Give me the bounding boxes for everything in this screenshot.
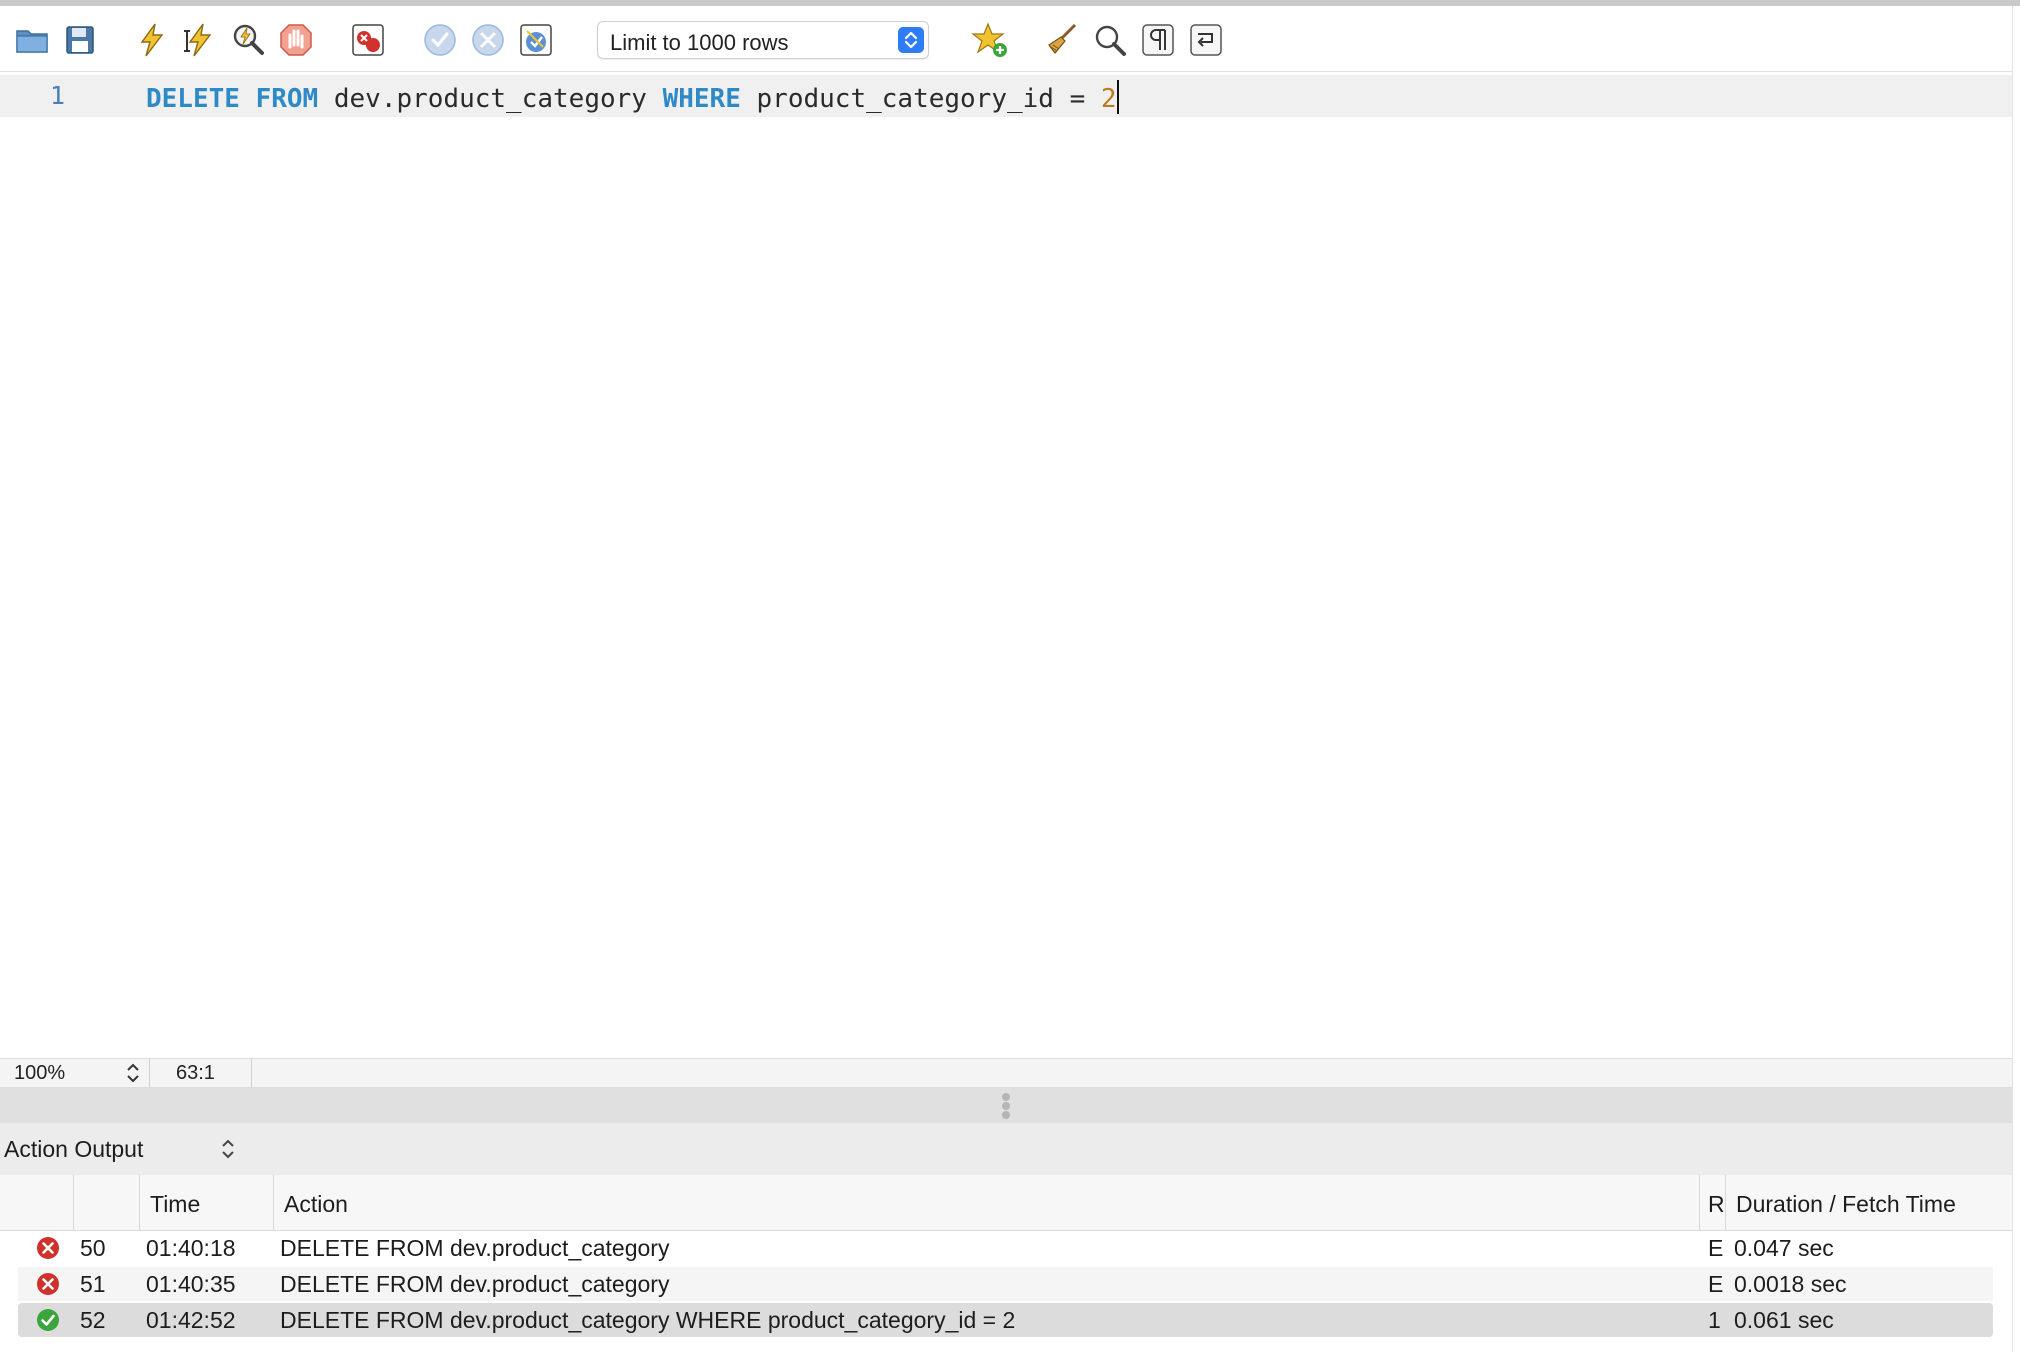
row-response: 1 (1708, 1307, 1721, 1333)
execute-current-button[interactable] (180, 20, 220, 60)
column-header-action[interactable]: Action (274, 1175, 1700, 1231)
code-line[interactable]: DELETE FROM dev.product_category WHERE p… (146, 80, 1119, 114)
commit-button[interactable] (420, 20, 460, 60)
limit-rows-value: Limit to 1000 rows (610, 30, 789, 55)
floppy-icon (66, 26, 94, 54)
table-identifier: dev.product_category (333, 84, 647, 114)
success-icon (37, 1309, 59, 1331)
chevron-updown-icon (127, 1063, 139, 1083)
star-plus-icon (971, 22, 1007, 57)
magnifier-icon (1095, 25, 1126, 56)
broom-icon (1048, 23, 1077, 54)
row-action: DELETE FROM dev.product_category (280, 1235, 670, 1261)
rollback-button[interactable] (468, 20, 508, 60)
keyword-where: WHERE (662, 84, 741, 114)
output-panel-header: Action Output (0, 1123, 2012, 1175)
row-time: 01:40:35 (146, 1271, 236, 1297)
autocommit-icon (520, 24, 552, 56)
column-header-time[interactable]: Time (140, 1175, 274, 1231)
grip-icon (1002, 1093, 1010, 1119)
zoom-select[interactable]: 100% (0, 1059, 150, 1087)
lightning-cursor-icon (184, 23, 212, 57)
row-time: 01:42:52 (146, 1307, 236, 1333)
stop-button[interactable] (276, 20, 316, 60)
cursor-position-value: 63:1 (176, 1062, 215, 1084)
row-response: E (1708, 1235, 1724, 1261)
number-literal: 2 (1100, 84, 1117, 114)
row-index: 52 (80, 1307, 106, 1333)
error-icon (37, 1237, 59, 1259)
chevron-updown-icon (898, 27, 924, 53)
table-row[interactable]: 52 01:42:52 DELETE FROM dev.product_cate… (18, 1303, 1993, 1337)
magnifier-lightning-icon (233, 24, 264, 55)
check-circle-icon (424, 24, 456, 56)
open-file-button[interactable] (12, 20, 52, 60)
row-duration: 0.0018 sec (1734, 1271, 1847, 1297)
column-identifier: product_category_id (756, 84, 1054, 114)
column-header-index[interactable] (74, 1175, 140, 1231)
column-header-status[interactable] (0, 1175, 74, 1231)
pilcrow-icon (1142, 24, 1174, 56)
keyword-delete: DELETE (146, 84, 240, 114)
keyword-from: FROM (255, 84, 319, 114)
error-stop-icon (352, 24, 384, 56)
row-index: 50 (80, 1235, 106, 1261)
text-caret (1116, 80, 1119, 114)
save-file-button[interactable] (60, 20, 100, 60)
word-wrap-button[interactable] (1186, 20, 1226, 60)
limit-rows-select[interactable]: Limit to 1000 rows (597, 21, 929, 59)
sql-editor-toolbar: Limit to 1000 rows (0, 6, 2012, 72)
find-button[interactable] (1090, 20, 1130, 60)
execute-all-button[interactable] (132, 20, 172, 60)
add-snippet-button[interactable] (970, 20, 1010, 60)
wrap-icon (1190, 24, 1222, 56)
row-duration: 0.061 sec (1734, 1307, 1834, 1333)
editor-status-bar: 100% 63:1 (0, 1058, 2012, 1088)
x-circle-icon (472, 24, 504, 56)
toggle-error-stop-button[interactable] (348, 20, 388, 60)
scrollbar-track[interactable] (2012, 6, 2013, 1352)
column-header-response[interactable]: R (1700, 1175, 1726, 1231)
row-index: 51 (80, 1271, 106, 1297)
row-response: E (1708, 1271, 1724, 1297)
sql-editor[interactable]: 1 DELETE FROM dev.product_category WHERE… (0, 73, 2012, 1058)
stop-hand-icon (280, 24, 312, 56)
table-row[interactable]: 50 01:40:18 DELETE FROM dev.product_cate… (18, 1231, 1993, 1265)
lightning-icon (140, 23, 164, 57)
output-grid-header: Time Action R Duration / Fetch Time (0, 1175, 2012, 1231)
operator: = (1069, 84, 1086, 114)
autocommit-button[interactable] (516, 20, 556, 60)
beautify-button[interactable] (1042, 20, 1082, 60)
line-number: 1 (50, 81, 66, 110)
row-action: DELETE FROM dev.product_category (280, 1271, 670, 1297)
error-icon (37, 1273, 59, 1295)
table-row[interactable]: 51 01:40:35 DELETE FROM dev.product_cate… (18, 1267, 1993, 1301)
row-action: DELETE FROM dev.product_category WHERE p… (280, 1307, 1016, 1333)
column-header-duration[interactable]: Duration / Fetch Time (1726, 1175, 2012, 1231)
folder-icon (16, 30, 48, 53)
chevron-updown-icon[interactable] (218, 1137, 238, 1161)
invisible-chars-button[interactable] (1138, 20, 1178, 60)
row-duration: 0.047 sec (1734, 1235, 1834, 1261)
cursor-position: 63:1 (150, 1059, 252, 1087)
output-type-select[interactable]: Action Output (4, 1136, 143, 1163)
row-time: 01:40:18 (146, 1235, 236, 1261)
zoom-value: 100% (14, 1062, 66, 1084)
explain-button[interactable] (228, 20, 268, 60)
panel-splitter[interactable] (0, 1088, 2012, 1123)
